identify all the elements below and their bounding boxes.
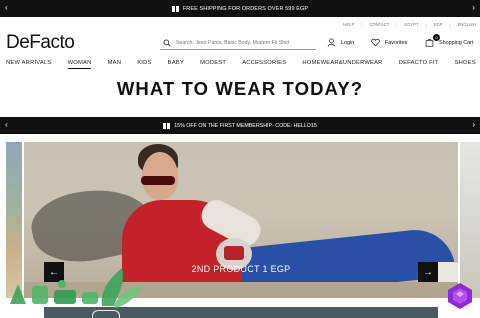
page-headline: WHAT TO WEAR TODAY? bbox=[116, 78, 364, 99]
promo-text: 15% OFF ON THE FIRST MEMBERSHIP- CODE: H… bbox=[174, 122, 317, 129]
promo-bar: ‹ 15% OFF ON THE FIRST MEMBERSHIP- CODE:… bbox=[0, 117, 480, 134]
contact-link[interactable]: CONTACT bbox=[369, 22, 389, 27]
watermark-logo bbox=[10, 268, 142, 308]
cart-button[interactable]: 0 Shopping Cart bbox=[425, 34, 474, 47]
carousel-peek-right[interactable] bbox=[460, 142, 480, 298]
announcement-text: FREE SHIPPING FOR ORDERS OVER 599 EGP bbox=[182, 5, 309, 12]
chevron-left-icon[interactable]: ‹ bbox=[5, 120, 8, 129]
site-logo[interactable]: DeFacto bbox=[6, 32, 75, 54]
search-bar[interactable] bbox=[160, 36, 316, 50]
main-nav: NEW ARRIVALS WOMAN MAN KIDS BABY MODEST … bbox=[6, 60, 476, 69]
heart-icon bbox=[371, 38, 380, 47]
chevron-left-icon[interactable]: ‹ bbox=[5, 3, 8, 12]
nav-baby[interactable]: BABY bbox=[168, 60, 184, 69]
arrow-right-icon: → bbox=[423, 266, 433, 278]
nav-defacto-fit[interactable]: DEFACTO FIT bbox=[399, 60, 439, 69]
chat-widget-icon[interactable] bbox=[446, 282, 474, 310]
login-label: Login bbox=[341, 39, 355, 46]
divider: | bbox=[361, 22, 363, 27]
chevron-right-icon[interactable]: › bbox=[472, 3, 475, 12]
favorites-button[interactable]: Favorites bbox=[371, 38, 407, 47]
nav-man[interactable]: MAN bbox=[108, 60, 121, 69]
divider: | bbox=[396, 22, 398, 27]
help-link[interactable]: HELP bbox=[343, 22, 354, 27]
favorites-label: Favorites bbox=[385, 39, 408, 46]
cart-label: Shopping Cart bbox=[439, 39, 474, 46]
announcement-bar: ‹ FREE SHIPPING FOR ORDERS OVER 599 EGP … bbox=[0, 0, 480, 17]
search-input[interactable] bbox=[176, 39, 316, 46]
user-icon bbox=[327, 38, 336, 47]
divider: | bbox=[449, 22, 451, 27]
gift-icon bbox=[163, 122, 171, 129]
nav-homewear-underwear[interactable]: HOMEWEAR&UNDERWEAR bbox=[302, 60, 382, 69]
country-link[interactable]: EGYPT bbox=[404, 22, 418, 27]
login-button[interactable]: Login bbox=[327, 38, 354, 47]
nav-new-arrivals[interactable]: NEW ARRIVALS bbox=[6, 60, 51, 69]
chevron-right-icon[interactable]: › bbox=[472, 120, 475, 129]
nav-modest[interactable]: MODEST bbox=[200, 60, 226, 69]
utility-links: HELP | CONTACT | EGYPT | EGP | ENGLISH bbox=[343, 22, 476, 27]
car-outline bbox=[92, 310, 120, 318]
cart-count-badge: 0 bbox=[433, 34, 440, 41]
cap-patch bbox=[224, 246, 244, 260]
gift-icon bbox=[171, 5, 179, 12]
search-icon bbox=[163, 39, 171, 46]
nav-kids[interactable]: KIDS bbox=[137, 60, 151, 69]
language-link[interactable]: ENGLISH bbox=[458, 22, 476, 27]
sunglasses bbox=[141, 176, 175, 185]
nav-accessories[interactable]: ACCESSORIES bbox=[242, 60, 286, 69]
nav-woman[interactable]: WOMAN bbox=[67, 60, 92, 69]
divider: | bbox=[425, 22, 427, 27]
carousel-next-button[interactable]: → bbox=[418, 262, 438, 282]
nav-shoes[interactable]: SHOES bbox=[455, 60, 476, 69]
currency-link[interactable]: EGP bbox=[434, 22, 443, 27]
